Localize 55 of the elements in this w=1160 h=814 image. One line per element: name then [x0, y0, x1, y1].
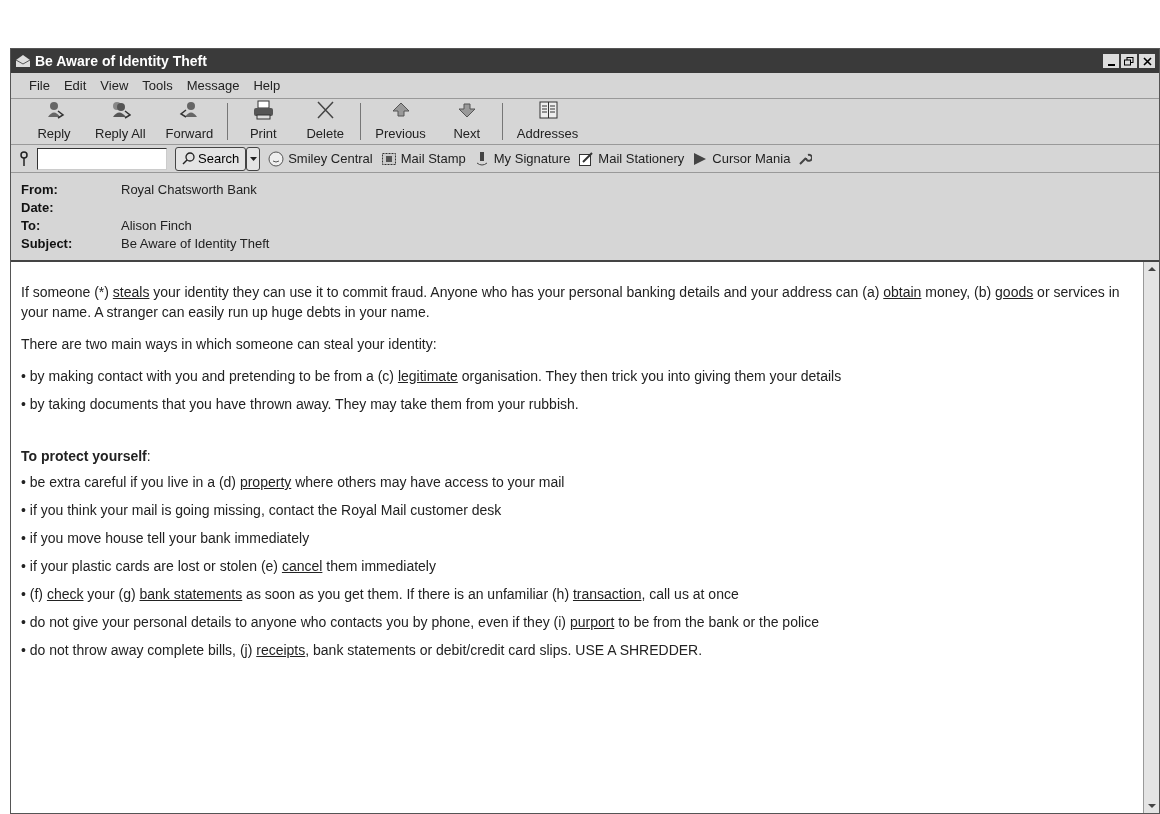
toolbar-button[interactable]: Next [435, 99, 498, 144]
dropdown-button[interactable] [246, 146, 261, 171]
menu-item[interactable]: Message [186, 75, 240, 96]
toolbar-link[interactable]: Smiley Central [268, 148, 373, 169]
menu-item[interactable]: Edit [63, 75, 87, 96]
header-value: Be Aware of Identity Theft [121, 234, 270, 253]
search-icon [182, 152, 195, 165]
bullet-item: • be extra careful if you live in a (d) property where others may have access to your mail [21, 473, 566, 492]
header-label: From: [21, 180, 59, 199]
key-icon [19, 150, 29, 167]
bullet-item: • if your plastic cards are lost or stolen (e) cancel them immediately [21, 557, 437, 576]
paragraph: There are two main ways in which someone can steal your identity: [21, 335, 438, 354]
header-value: Royal Chatsworth Bank [121, 180, 257, 199]
search-field[interactable] [37, 147, 167, 170]
toolbar-link[interactable]: Mail Stationery [578, 148, 685, 169]
header-label: To: [21, 216, 42, 235]
section-heading: To protect yourself: [21, 447, 152, 466]
stamp-icon [380, 150, 397, 167]
menu-item[interactable]: Tools [142, 75, 173, 96]
toolbar-button[interactable]: Reply All [85, 99, 156, 144]
toolbar-button[interactable]: Forward [155, 99, 224, 144]
smiley-icon [268, 150, 285, 167]
toolbar-link[interactable]: My Signature [473, 148, 571, 169]
bullet-item: • do not throw away complete bills, (j) receipts, bank statements or debit/credit card slips. USE A SHREDDER. [21, 641, 704, 660]
menu-item[interactable]: File [29, 75, 50, 96]
close-button[interactable] [1139, 54, 1155, 68]
caret-icon [249, 156, 257, 161]
restore-button[interactable] [1121, 54, 1137, 68]
toolbar-button[interactable]: Delete [294, 99, 357, 144]
bullet-item: • if you think your mail is going missing, contact the Royal Mail customer desk [21, 501, 503, 520]
bullet-item: • (f) check your (g) bank statements as soon as you get them. If there is an unfamiliar (h) transaction, call us at once [21, 585, 740, 604]
menu-item[interactable]: View [100, 75, 129, 96]
wrench-icon[interactable] [798, 151, 813, 166]
toolbar-button[interactable]: Addresses [506, 99, 589, 144]
bullet-item: • by making contact with you and pretending to be from a (c) legitimate organisation. They then trick you into giving them your details [21, 367, 843, 386]
toolbar-button[interactable]: Previous [365, 99, 436, 144]
address-book-icon [536, 99, 559, 122]
bullet-item: • do not give your personal details to anyone who contacts you by phone, even if they (i) purport to be from the bank or the police [21, 613, 820, 632]
bullet-item: • by taking documents that you have thrown away. They may take them from your rubbish. [21, 395, 580, 414]
toolbar-link[interactable]: Cursor Mania [692, 148, 791, 169]
search-button[interactable]: Search [175, 146, 247, 171]
header-label: Date: [21, 198, 55, 217]
mail-icon [15, 54, 31, 68]
header-value: Alison Finch [121, 216, 192, 235]
menu-item[interactable]: Help [253, 75, 281, 96]
minimize-button[interactable] [1103, 54, 1119, 68]
toolbar-button[interactable]: Reply [23, 99, 85, 144]
print-icon [252, 99, 275, 122]
window-title: Be Aware of Identity Theft [35, 51, 207, 71]
toolbar-button[interactable]: Print [232, 99, 295, 144]
header-label: Subject: [21, 234, 74, 253]
bullet-item: • if you move house tell your bank immediately [21, 529, 311, 548]
scrollbar[interactable] [1143, 262, 1159, 813]
paragraph: If someone (*) steals your identity they can use it to commit fraud. Anyone who has your personal banking details and your address can (a) obtain money, (b) goods or services in your name. A stranger can easily run up huge debts in your name. [21, 283, 1121, 322]
toolbar-link[interactable]: Mail Stamp [380, 148, 466, 169]
